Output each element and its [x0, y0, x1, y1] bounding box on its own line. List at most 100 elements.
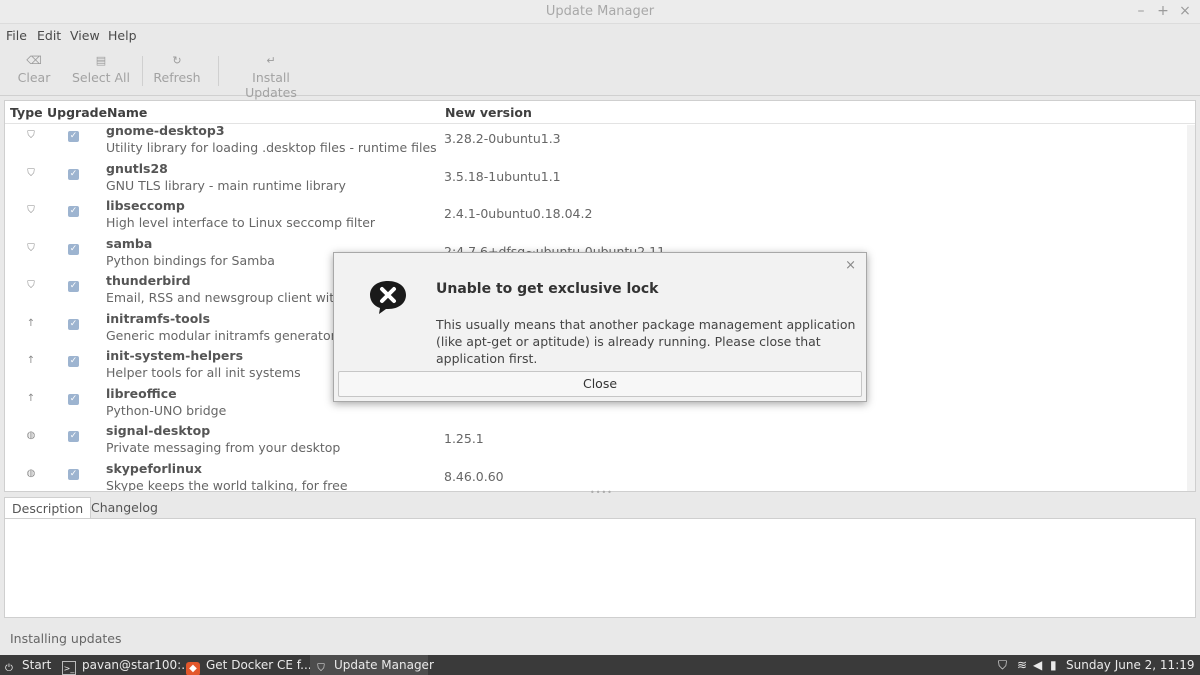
taskbar-item-label: Get Docker CE f...: [206, 658, 312, 672]
taskbar: ⏻ Start >_ pavan@star100:... ◆ Get Docker C…: [0, 655, 1200, 675]
brave-browser-icon: ◆: [186, 662, 200, 675]
upgrade-checkbox[interactable]: ✓: [68, 243, 79, 255]
error-dialog: × Unable to get exclusive lock This usua…: [333, 252, 867, 402]
taskbar-item-update-manager[interactable]: ⛉ Update Manager: [310, 655, 434, 675]
close-button[interactable]: Close: [338, 371, 862, 397]
package-name: gnutls28: [106, 160, 168, 176]
return-arrow-icon: ↵: [266, 54, 276, 67]
table-row[interactable]: ◍ ✓ skypeforlinux Skype keeps the world …: [5, 459, 1187, 492]
package-name: gnome-desktop3: [106, 123, 225, 138]
menu-file[interactable]: File: [6, 28, 27, 43]
start-label: Start: [22, 658, 52, 672]
shield-icon: ⛉: [27, 280, 35, 291]
menu-help[interactable]: Help: [108, 28, 137, 43]
shield-icon: ⛉: [27, 205, 35, 216]
tab-description[interactable]: Description: [4, 497, 92, 519]
taskbar-item-label: pavan@star100:...: [82, 658, 193, 672]
tab-changelog[interactable]: Changelog: [84, 497, 165, 519]
clock[interactable]: Sunday June 2, 11:19 AM: [1066, 655, 1200, 675]
window-title: Update Manager: [545, 4, 655, 19]
upgrade-checkbox[interactable]: ✓: [68, 206, 79, 217]
package-version: 3.5.18-1ubuntu1.1: [444, 168, 561, 184]
package-version: 3.28.2-0ubuntu1.3: [444, 131, 561, 146]
clear-icon: ⌫: [26, 54, 42, 67]
select-all-label: Select All: [71, 70, 131, 85]
terminal-icon: >_: [62, 661, 76, 675]
refresh-icon: ↻: [172, 54, 182, 67]
maximize-icon[interactable]: +: [1154, 3, 1172, 19]
package-version: 1.25.1: [444, 431, 484, 446]
table-row[interactable]: ◍ ✓ signal-desktop Private messaging fro…: [5, 421, 1187, 459]
column-new-version[interactable]: New version: [445, 105, 532, 120]
package-name: samba: [106, 235, 153, 251]
battery-icon[interactable]: ▮: [1050, 655, 1057, 675]
toolbar: ⌫ Clear ▤ Select All ↻ Refresh ↵ Install…: [0, 46, 1200, 100]
package-description: Python bindings for Samba: [106, 252, 275, 268]
menu-bar: File Edit View Help: [0, 24, 1200, 46]
refresh-label: Refresh: [153, 70, 201, 85]
package-name: signal-desktop: [106, 423, 211, 438]
package-name: thunderbird: [106, 273, 191, 288]
wifi-icon[interactable]: ≋: [1017, 655, 1027, 675]
package-name: libseccomp: [106, 198, 185, 213]
status-text: Installing updates: [10, 631, 122, 646]
install-updates-button[interactable]: ↵ Install Updates: [226, 52, 316, 100]
title-bar: Update Manager – + ×: [0, 0, 1200, 24]
upgrade-checkbox[interactable]: ✓: [68, 356, 79, 367]
table-row[interactable]: ⛉ ✓ gnome-desktop3 Utility library for l…: [5, 121, 1187, 159]
start-button[interactable]: ⏻ Start: [2, 655, 58, 675]
package-name: init-system-helpers: [106, 348, 244, 363]
dialog-close-icon[interactable]: ×: [845, 258, 856, 273]
volume-icon[interactable]: ◀: [1033, 655, 1042, 675]
refresh-button[interactable]: ↻ Refresh: [152, 52, 202, 92]
taskbar-item-label: Update Manager: [334, 658, 434, 672]
minimize-icon[interactable]: –: [1132, 3, 1150, 19]
menu-view[interactable]: View: [70, 28, 100, 43]
menu-edit[interactable]: Edit: [37, 28, 61, 43]
select-all-button[interactable]: ▤ Select All: [70, 52, 132, 92]
install-updates-label: Install Updates: [245, 70, 297, 100]
package-version: 8.46.0.60: [444, 468, 504, 484]
globe-icon: ◍: [26, 467, 36, 479]
upgrade-checkbox[interactable]: ✓: [68, 168, 79, 180]
description-pane: [4, 518, 1196, 618]
pane-resize-handle[interactable]: ••••: [590, 489, 612, 497]
package-name: skypeforlinux: [106, 460, 202, 476]
arrow-up-icon: ↑: [26, 317, 36, 329]
package-description: Python-UNO bridge: [106, 402, 227, 418]
column-name[interactable]: Name: [107, 105, 147, 120]
table-row[interactable]: ⛉ ✓ gnutls28 GNU TLS library - main runt…: [5, 159, 1187, 197]
column-type[interactable]: Type: [10, 105, 43, 120]
shield-icon: ⛉: [27, 167, 35, 179]
package-description: GNU TLS library - main runtime library: [106, 177, 346, 193]
upgrade-checkbox[interactable]: ✓: [68, 468, 79, 480]
arrow-up-icon: ↑: [26, 355, 36, 366]
package-description: Utility library for loading .desktop fil…: [106, 140, 437, 155]
toolbar-separator: [218, 56, 219, 86]
table-row[interactable]: ⛉ ✓ libseccomp High level interface to L…: [5, 196, 1187, 234]
upgrade-checkbox[interactable]: ✓: [68, 318, 79, 330]
shield-icon: ⛉: [27, 130, 35, 141]
package-description: Helper tools for all init systems: [106, 365, 301, 380]
package-description: Private messaging from your desktop: [106, 440, 341, 455]
package-name: libreoffice: [106, 385, 177, 401]
upgrade-checkbox[interactable]: ✓: [68, 431, 79, 442]
package-description: Skype keeps the world talking, for free: [106, 477, 348, 492]
globe-icon: ◍: [26, 430, 36, 441]
clear-button[interactable]: ⌫ Clear: [14, 52, 54, 92]
taskbar-item-terminal[interactable]: >_ pavan@star100:...: [62, 655, 193, 675]
shield-icon: ⛉: [27, 242, 35, 254]
document-icon: ▤: [95, 54, 107, 67]
arrow-up-icon: ↑: [26, 392, 36, 404]
power-icon: ⏻: [5, 663, 13, 674]
upgrade-checkbox[interactable]: ✓: [68, 281, 79, 292]
list-scrollbar[interactable]: [1187, 125, 1195, 491]
shield-icon: ⛉: [317, 663, 325, 674]
upgrade-checkbox[interactable]: ✓: [68, 131, 79, 142]
column-upgrade[interactable]: Upgrade: [47, 105, 107, 120]
taskbar-item-browser[interactable]: ◆ Get Docker CE f...: [186, 655, 312, 675]
shield-tray-icon[interactable]: ⛉: [998, 655, 1007, 675]
upgrade-checkbox[interactable]: ✓: [68, 393, 79, 405]
close-window-icon[interactable]: ×: [1176, 3, 1194, 19]
package-version: 2.4.1-0ubuntu0.18.04.2: [444, 206, 593, 221]
